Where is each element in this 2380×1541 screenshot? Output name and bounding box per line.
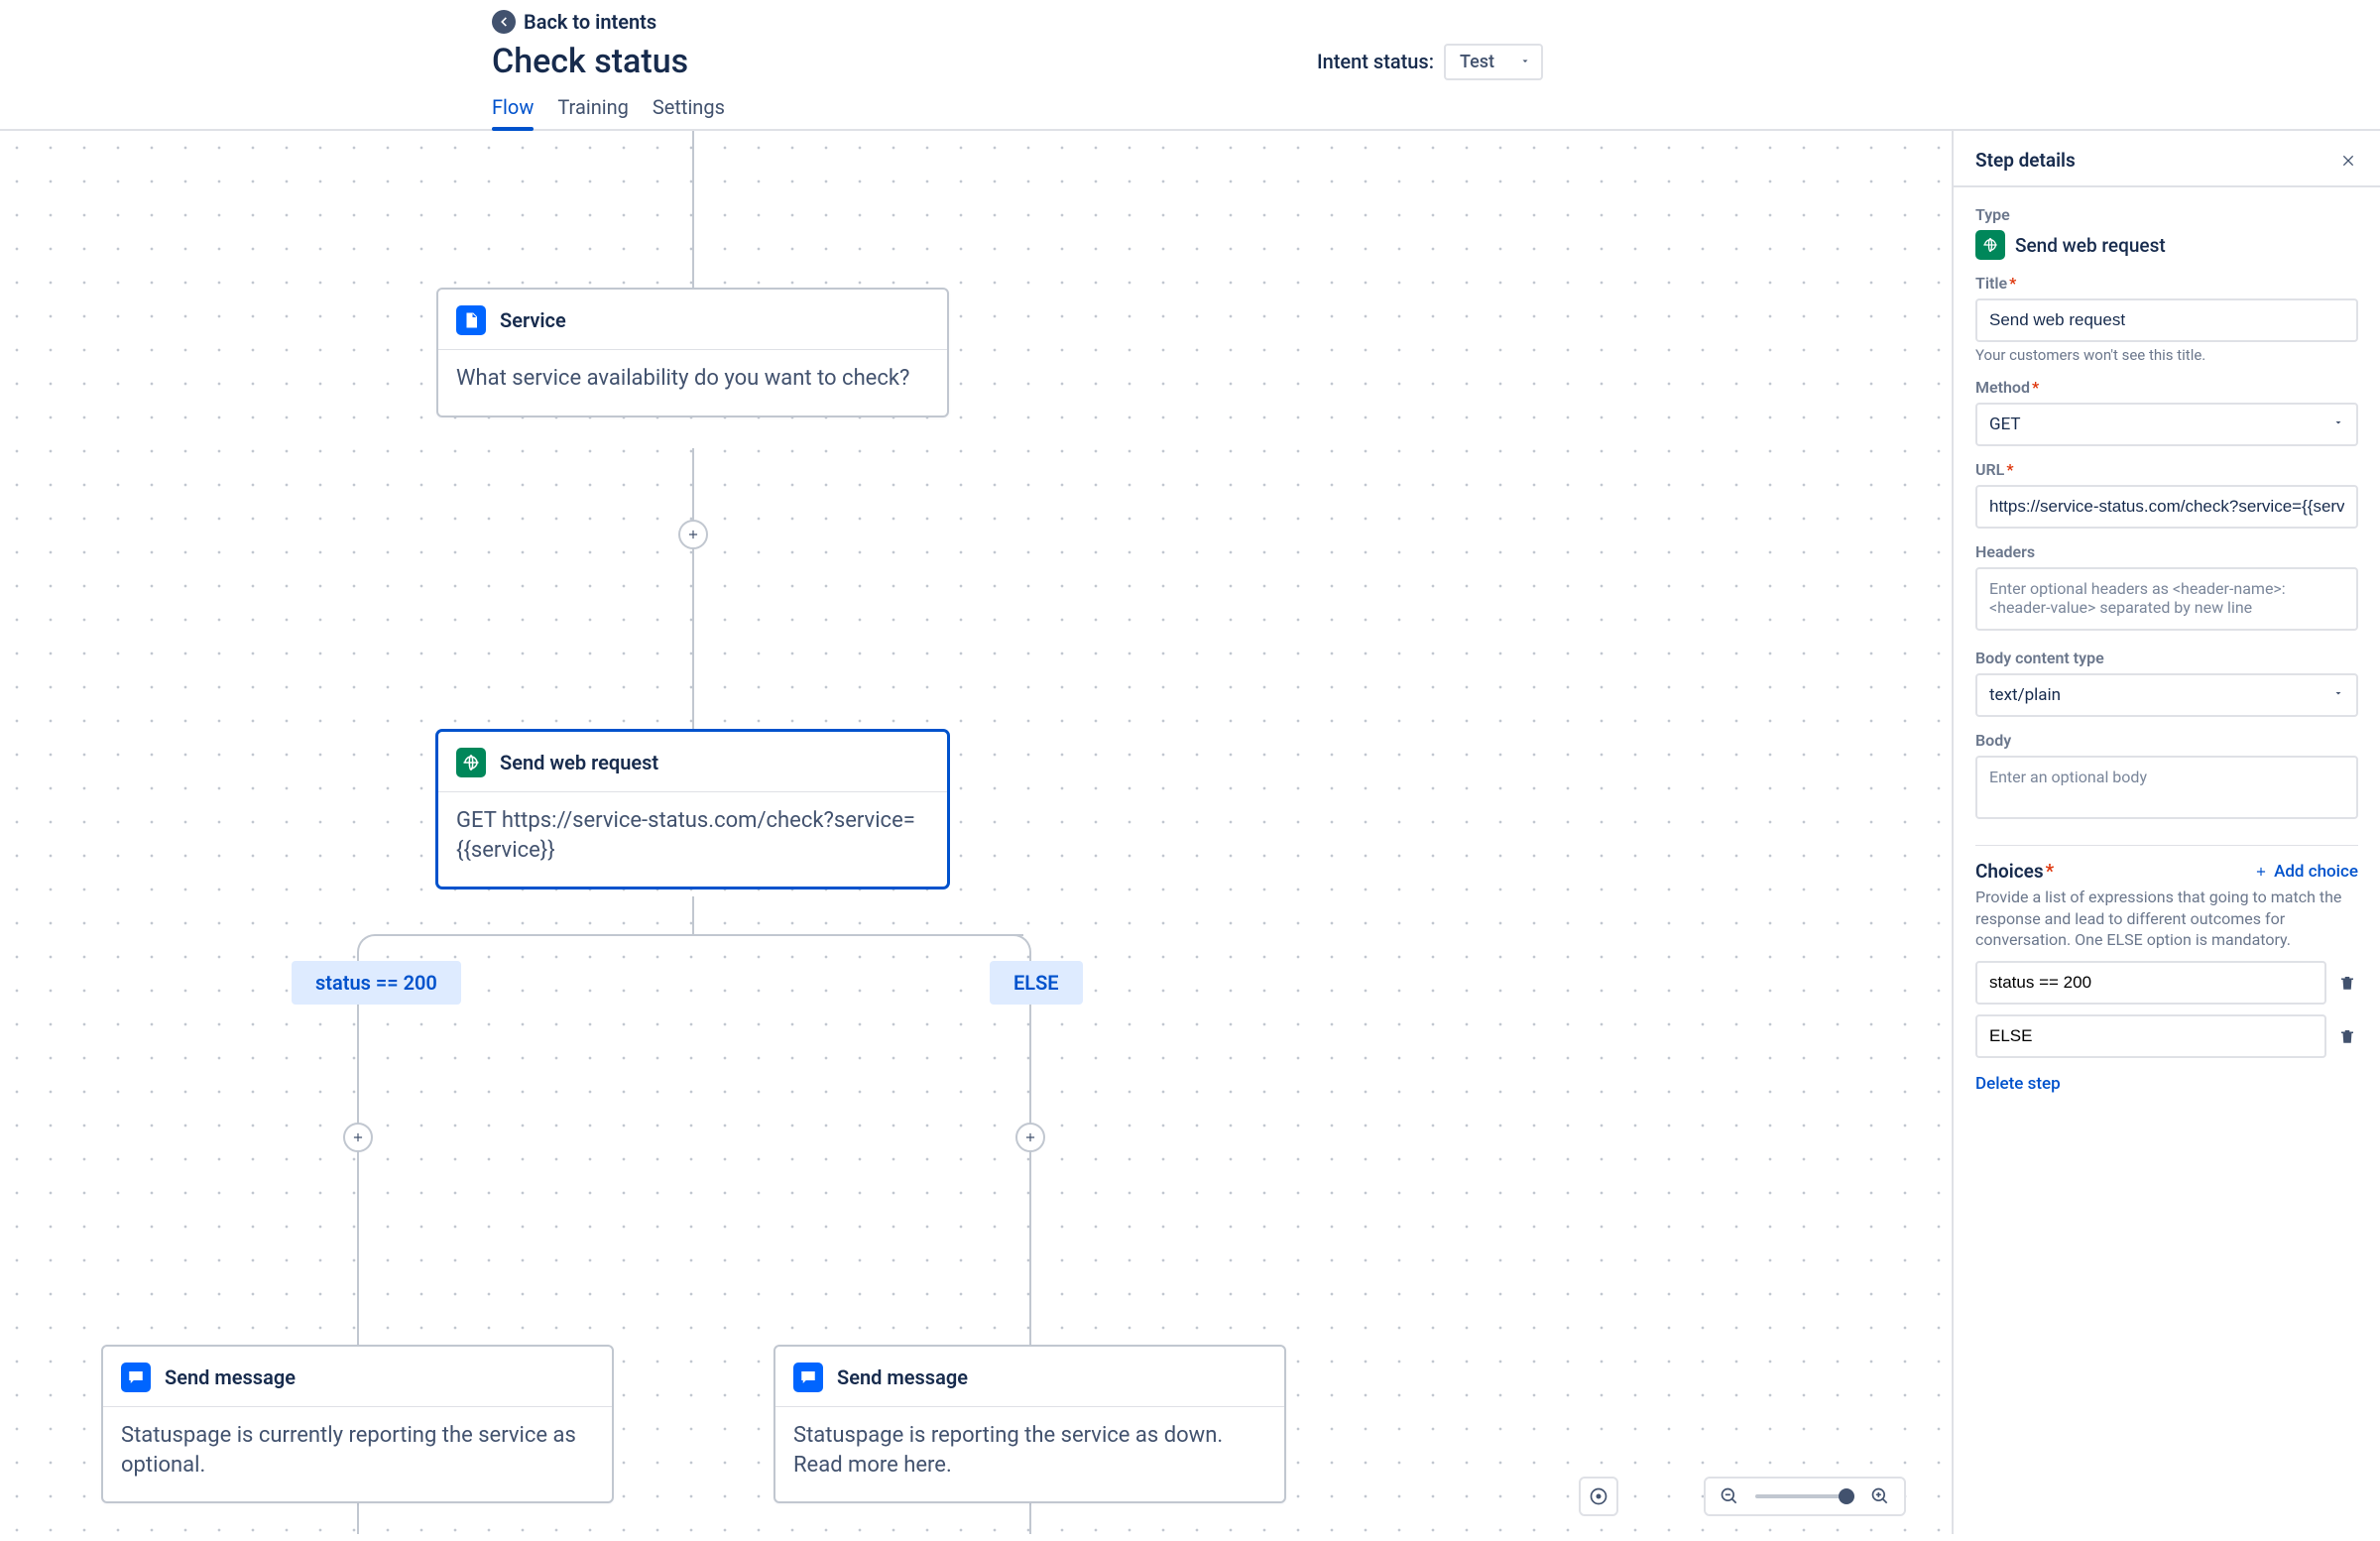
headers-label: Headers — [1975, 542, 2358, 561]
delete-choice-1-button[interactable] — [2336, 1025, 2358, 1047]
tab-training[interactable]: Training — [557, 89, 629, 129]
zoom-in-button[interactable] — [1868, 1484, 1892, 1508]
chevron-down-icon — [1519, 52, 1531, 72]
url-label: URL* — [1975, 460, 2358, 479]
intent-status-select[interactable]: Test — [1444, 44, 1543, 80]
back-to-intents-link[interactable]: Back to intents — [492, 10, 1543, 34]
title-field-label: Title* — [1975, 274, 2358, 293]
zoom-out-button[interactable] — [1718, 1484, 1741, 1508]
type-name: Send web request — [2015, 234, 2166, 257]
node-service[interactable]: Service What service availability do you… — [436, 288, 949, 417]
delete-choice-0-button[interactable] — [2336, 972, 2358, 994]
branch-label-status-200[interactable]: status == 200 — [292, 961, 461, 1005]
back-link-label: Back to intents — [524, 10, 656, 34]
page-title: Check status — [492, 42, 688, 81]
zoom-controls — [1704, 1477, 1906, 1516]
choice-input-1[interactable] — [1975, 1014, 2326, 1058]
delete-step-button[interactable]: Delete step — [1975, 1074, 2061, 1094]
close-panel-button[interactable] — [2338, 151, 2358, 171]
method-select[interactable]: GET — [1975, 403, 2358, 446]
body-content-type-label: Body content type — [1975, 649, 2358, 667]
body-content-type-select[interactable]: text/plain — [1975, 673, 2358, 717]
step-details-panel: Step details Type Send web request Title… — [1952, 131, 2380, 1534]
panel-title: Step details — [1975, 149, 2076, 172]
message-icon — [793, 1363, 823, 1392]
body-input[interactable] — [1975, 756, 2358, 819]
node-send-web-request[interactable]: Send web request GET https://service-sta… — [436, 730, 949, 889]
node-send-message-left[interactable]: Send message Statuspage is currently rep… — [101, 1345, 614, 1503]
choices-description: Provide a list of expressions that going… — [1975, 887, 2358, 951]
web-request-icon — [1975, 230, 2005, 260]
arrow-left-icon — [492, 10, 516, 34]
node-send-message-right[interactable]: Send message Statuspage is reporting the… — [774, 1345, 1286, 1503]
title-input[interactable] — [1975, 298, 2358, 342]
recenter-button[interactable] — [1579, 1477, 1618, 1516]
title-note: Your customers won't see this title. — [1975, 346, 2358, 364]
choice-input-0[interactable] — [1975, 961, 2326, 1005]
add-choice-button[interactable]: Add choice — [2254, 862, 2358, 882]
body-label: Body — [1975, 731, 2358, 750]
tab-settings[interactable]: Settings — [653, 89, 725, 129]
add-step-left-button[interactable] — [343, 1123, 373, 1152]
choices-label: Choices* — [1975, 860, 2054, 883]
add-step-right-button[interactable] — [1015, 1123, 1045, 1152]
add-step-button[interactable] — [678, 520, 708, 549]
method-label: Method* — [1975, 378, 2358, 397]
headers-input[interactable] — [1975, 567, 2358, 631]
url-input[interactable] — [1975, 485, 2358, 529]
web-request-icon — [456, 748, 486, 777]
intent-status-label: Intent status: — [1317, 50, 1434, 73]
zoom-slider[interactable] — [1755, 1494, 1854, 1498]
message-icon — [121, 1363, 151, 1392]
branch-label-else[interactable]: ELSE — [990, 961, 1083, 1005]
tab-flow[interactable]: Flow — [492, 89, 534, 129]
form-icon — [456, 305, 486, 335]
type-label: Type — [1975, 205, 2358, 224]
